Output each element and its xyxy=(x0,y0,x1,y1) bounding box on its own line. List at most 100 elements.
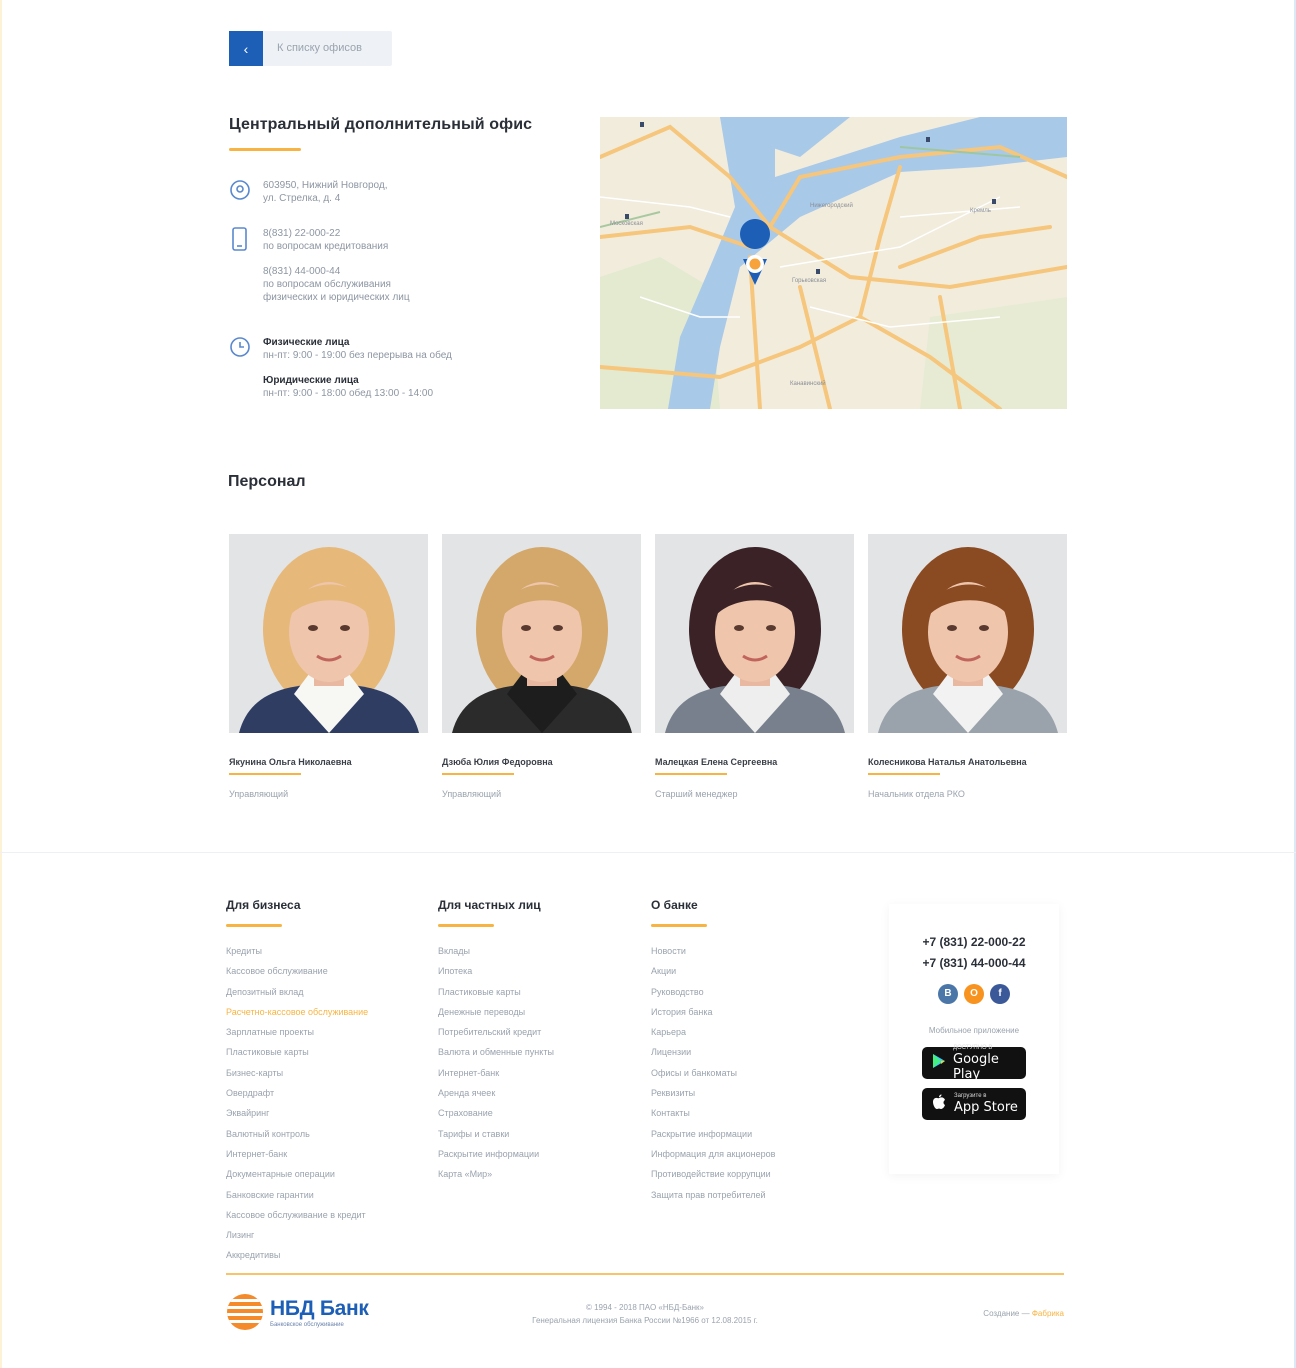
hours-individuals-title: Физические лица xyxy=(263,337,350,348)
footer-link[interactable]: Пластиковые карты xyxy=(226,1046,368,1066)
footer-link[interactable]: Страхование xyxy=(438,1107,554,1127)
back-to-offices-button[interactable]: ‹ К списку офисов xyxy=(229,31,392,66)
footer-link[interactable]: Вклады xyxy=(438,945,554,965)
svg-text:Горьковская: Горьковская xyxy=(792,278,826,284)
footer-link[interactable]: Карьера xyxy=(651,1026,775,1046)
footer-link[interactable]: Потребительский кредит xyxy=(438,1026,554,1046)
footer-phone-2[interactable]: +7 (831) 44-000-44 xyxy=(889,953,1059,974)
footer-link[interactable]: Интернет-банк xyxy=(438,1067,554,1087)
footer-link[interactable]: Офисы и банкоматы xyxy=(651,1067,775,1087)
footer-link[interactable]: Контакты xyxy=(651,1107,775,1127)
footer-link[interactable]: Ипотека xyxy=(438,965,554,985)
google-play-icon xyxy=(930,1053,947,1073)
staff-name-underline xyxy=(229,773,301,775)
phone-2-note-1: по вопросам обслуживания xyxy=(263,279,391,290)
staff-photo xyxy=(442,534,641,733)
footer-link[interactable]: Акции xyxy=(651,965,775,985)
footer-link[interactable]: Эквайринг xyxy=(226,1107,368,1127)
footer-link[interactable]: Документарные операции xyxy=(226,1168,368,1188)
footer-link[interactable]: Аккредитивы xyxy=(226,1249,368,1269)
office-info: Центральный дополнительный офис 603950, … xyxy=(229,116,569,400)
footer-link[interactable]: Новости xyxy=(651,945,775,965)
footer-about-title: О банке xyxy=(651,898,698,912)
staff-title: Персонал xyxy=(228,473,306,490)
footer-link[interactable]: Раскрытие информации xyxy=(651,1128,775,1148)
staff-card: Малецкая Елена Сергеевна Старший менеджер xyxy=(655,534,854,799)
copyright-line-1: © 1994 - 2018 ПАО «НБД-Банк» xyxy=(585,1303,705,1312)
map-graphic: Московская Нижегородский Горьковская Кре… xyxy=(600,117,1067,409)
footer-link[interactable]: Информация для акционеров xyxy=(651,1148,775,1168)
app-store-label: App Store xyxy=(954,1100,1018,1115)
made-by-prefix: Создание — xyxy=(983,1309,1030,1318)
logo[interactable]: НБД Банк Банковское обслуживание xyxy=(226,1293,369,1331)
svg-text:Канавинский: Канавинский xyxy=(790,380,826,387)
hours-individuals: пн-пт: 9:00 - 19:00 без перерыва на обед xyxy=(263,350,452,361)
vk-icon[interactable]: В xyxy=(938,984,958,1004)
footer-link[interactable]: Денежные переводы xyxy=(438,1006,554,1026)
copyright: © 1994 - 2018 ПАО «НБД-Банк» Генеральная… xyxy=(470,1301,820,1327)
footer-business-title: Для бизнеса xyxy=(226,898,301,912)
hours-row: Физические лица пн-пт: 9:00 - 19:00 без … xyxy=(229,336,569,400)
address-line-2: ул. Стрелка, д. 4 xyxy=(263,193,341,204)
phone-1-number[interactable]: 8(831) 22-000-22 xyxy=(263,227,410,240)
app-store-small: Загрузите в xyxy=(954,1093,987,1099)
footer-link[interactable]: Расчетно-кассовое обслуживание xyxy=(226,1006,368,1026)
clock-icon xyxy=(229,336,253,360)
contact-card: +7 (831) 22-000-22 +7 (831) 44-000-44 ВО… xyxy=(889,904,1059,1174)
footer-business-underline xyxy=(226,924,282,927)
staff-name: Якунина Ольга Николаевна xyxy=(229,757,352,767)
footer-link[interactable]: Карта «Мир» xyxy=(438,1168,554,1188)
footer-link[interactable]: Лизинг xyxy=(226,1229,368,1249)
hours-text: Физические лица пн-пт: 9:00 - 19:00 без … xyxy=(263,336,452,400)
footer-link[interactable]: Кассовое обслуживание в кредит xyxy=(226,1209,368,1229)
staff-role: Старший менеджер xyxy=(655,789,738,799)
staff-card: Дзюба Юлия Федоровна Управляющий xyxy=(442,534,641,799)
footer-about: О банке Новости Акции Руководство История б… xyxy=(651,898,775,1209)
footer-link[interactable]: Тарифы и ставки xyxy=(438,1128,554,1148)
google-play-button[interactable]: ДОСТУПНО В Google Play xyxy=(922,1044,1026,1082)
staff-photo xyxy=(868,534,1067,733)
footer-link[interactable]: Валюта и обменные пункты xyxy=(438,1046,554,1066)
footer-link[interactable]: Кредиты xyxy=(226,945,368,965)
footer-separator xyxy=(0,852,1296,853)
footer-link[interactable]: Зарплатные проекты xyxy=(226,1026,368,1046)
ok-icon[interactable]: О xyxy=(964,984,984,1004)
footer-link[interactable]: Противодействие коррупции xyxy=(651,1168,775,1188)
footer-link[interactable]: Банковские гарантии xyxy=(226,1189,368,1209)
footer-link[interactable]: Защита прав потребителей xyxy=(651,1189,775,1209)
address-line-1: 603950, Нижний Новгород, xyxy=(263,180,388,191)
office-title: Центральный дополнительный офис xyxy=(229,116,533,133)
logo-mark-icon xyxy=(227,1294,263,1330)
footer-link[interactable]: Лицензии xyxy=(651,1046,775,1066)
footer-link[interactable]: Аренда ячеек xyxy=(438,1087,554,1107)
made-by: Создание — Фабрика xyxy=(983,1309,1064,1318)
footer-link[interactable]: История банка xyxy=(651,1006,775,1026)
footer-link[interactable]: Депозитный вклад xyxy=(226,986,368,1006)
staff-card: Колесникова Наталья Анатольевна Начальник… xyxy=(868,534,1067,799)
google-play-small: ДОСТУПНО В xyxy=(953,1044,993,1051)
phones-text: 8(831) 22-000-22 по вопросам кредитовани… xyxy=(263,227,410,304)
staff-role: Управляющий xyxy=(229,789,289,799)
footer-link[interactable]: Кассовое обслуживание xyxy=(226,965,368,985)
app-store-button[interactable]: Загрузите в App Store xyxy=(922,1088,1026,1120)
footer-link[interactable]: Пластиковые карты xyxy=(438,986,554,1006)
footer-link[interactable]: Раскрытие информации xyxy=(438,1148,554,1168)
title-underline xyxy=(229,148,301,151)
footer-link[interactable]: Валютный контроль xyxy=(226,1128,368,1148)
footer-link[interactable]: Реквизиты xyxy=(651,1087,775,1107)
staff-card: Якунина Ольга Николаевна Управляющий xyxy=(229,534,428,799)
staff-role: Управляющий xyxy=(442,789,502,799)
footer-phone-1[interactable]: +7 (831) 22-000-22 xyxy=(889,932,1059,953)
hours-legal: пн-пт: 9:00 - 18:00 обед 13:00 - 14:00 xyxy=(263,388,434,399)
footer-link[interactable]: Овердрафт xyxy=(226,1087,368,1107)
logo-tagline: Банковское обслуживание xyxy=(270,1321,344,1328)
made-by-studio[interactable]: Фабрика xyxy=(1032,1309,1064,1318)
staff-list: Якунина Ольга Николаевна Управляющий Дзюба… xyxy=(229,534,1067,799)
footer-link[interactable]: Руководство xyxy=(651,986,775,1006)
phone-2-number[interactable]: 8(831) 44-000-44 xyxy=(263,265,410,278)
footer-link[interactable]: Бизнес-карты xyxy=(226,1067,368,1087)
office-map[interactable]: Московская Нижегородский Горьковская Кре… xyxy=(600,117,1067,409)
footer-business: Для бизнеса Кредиты Кассовое обслуживание… xyxy=(226,898,368,1270)
footer-link[interactable]: Интернет-банк xyxy=(226,1148,368,1168)
facebook-icon[interactable]: f xyxy=(990,984,1010,1004)
